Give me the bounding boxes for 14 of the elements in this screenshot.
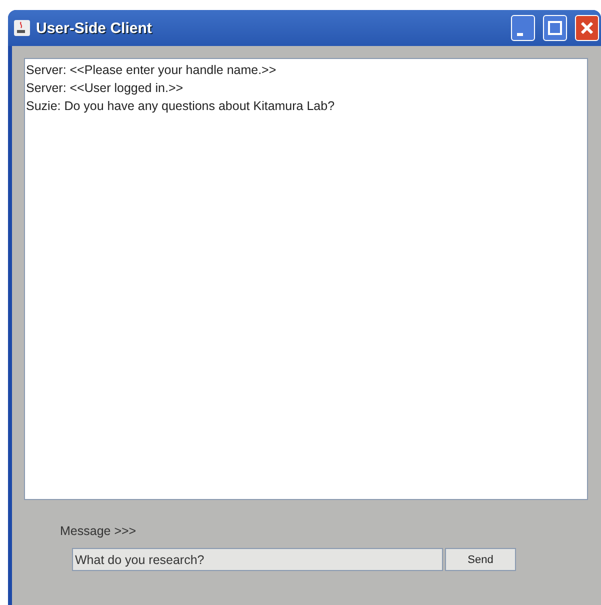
minimize-button[interactable] <box>511 15 535 41</box>
close-icon <box>580 21 594 35</box>
chat-line: Server: <<User logged in.>> <box>26 80 184 97</box>
window-title: User-Side Client <box>36 20 153 36</box>
message-label: Message >>> <box>60 524 138 538</box>
chat-line: Suzie: Do you have any questions about Kitamura Lab? <box>26 98 336 115</box>
chat-line: Server: <<Please enter your handle name.>> <box>26 62 278 79</box>
maximize-button[interactable] <box>543 15 567 41</box>
send-button[interactable]: Send <box>445 548 516 571</box>
maximize-icon <box>548 21 562 35</box>
minimize-icon <box>517 32 523 36</box>
coffee-cup-icon <box>14 20 30 36</box>
close-button[interactable] <box>575 15 599 41</box>
message-field[interactable]: What do you research? <box>72 548 443 571</box>
